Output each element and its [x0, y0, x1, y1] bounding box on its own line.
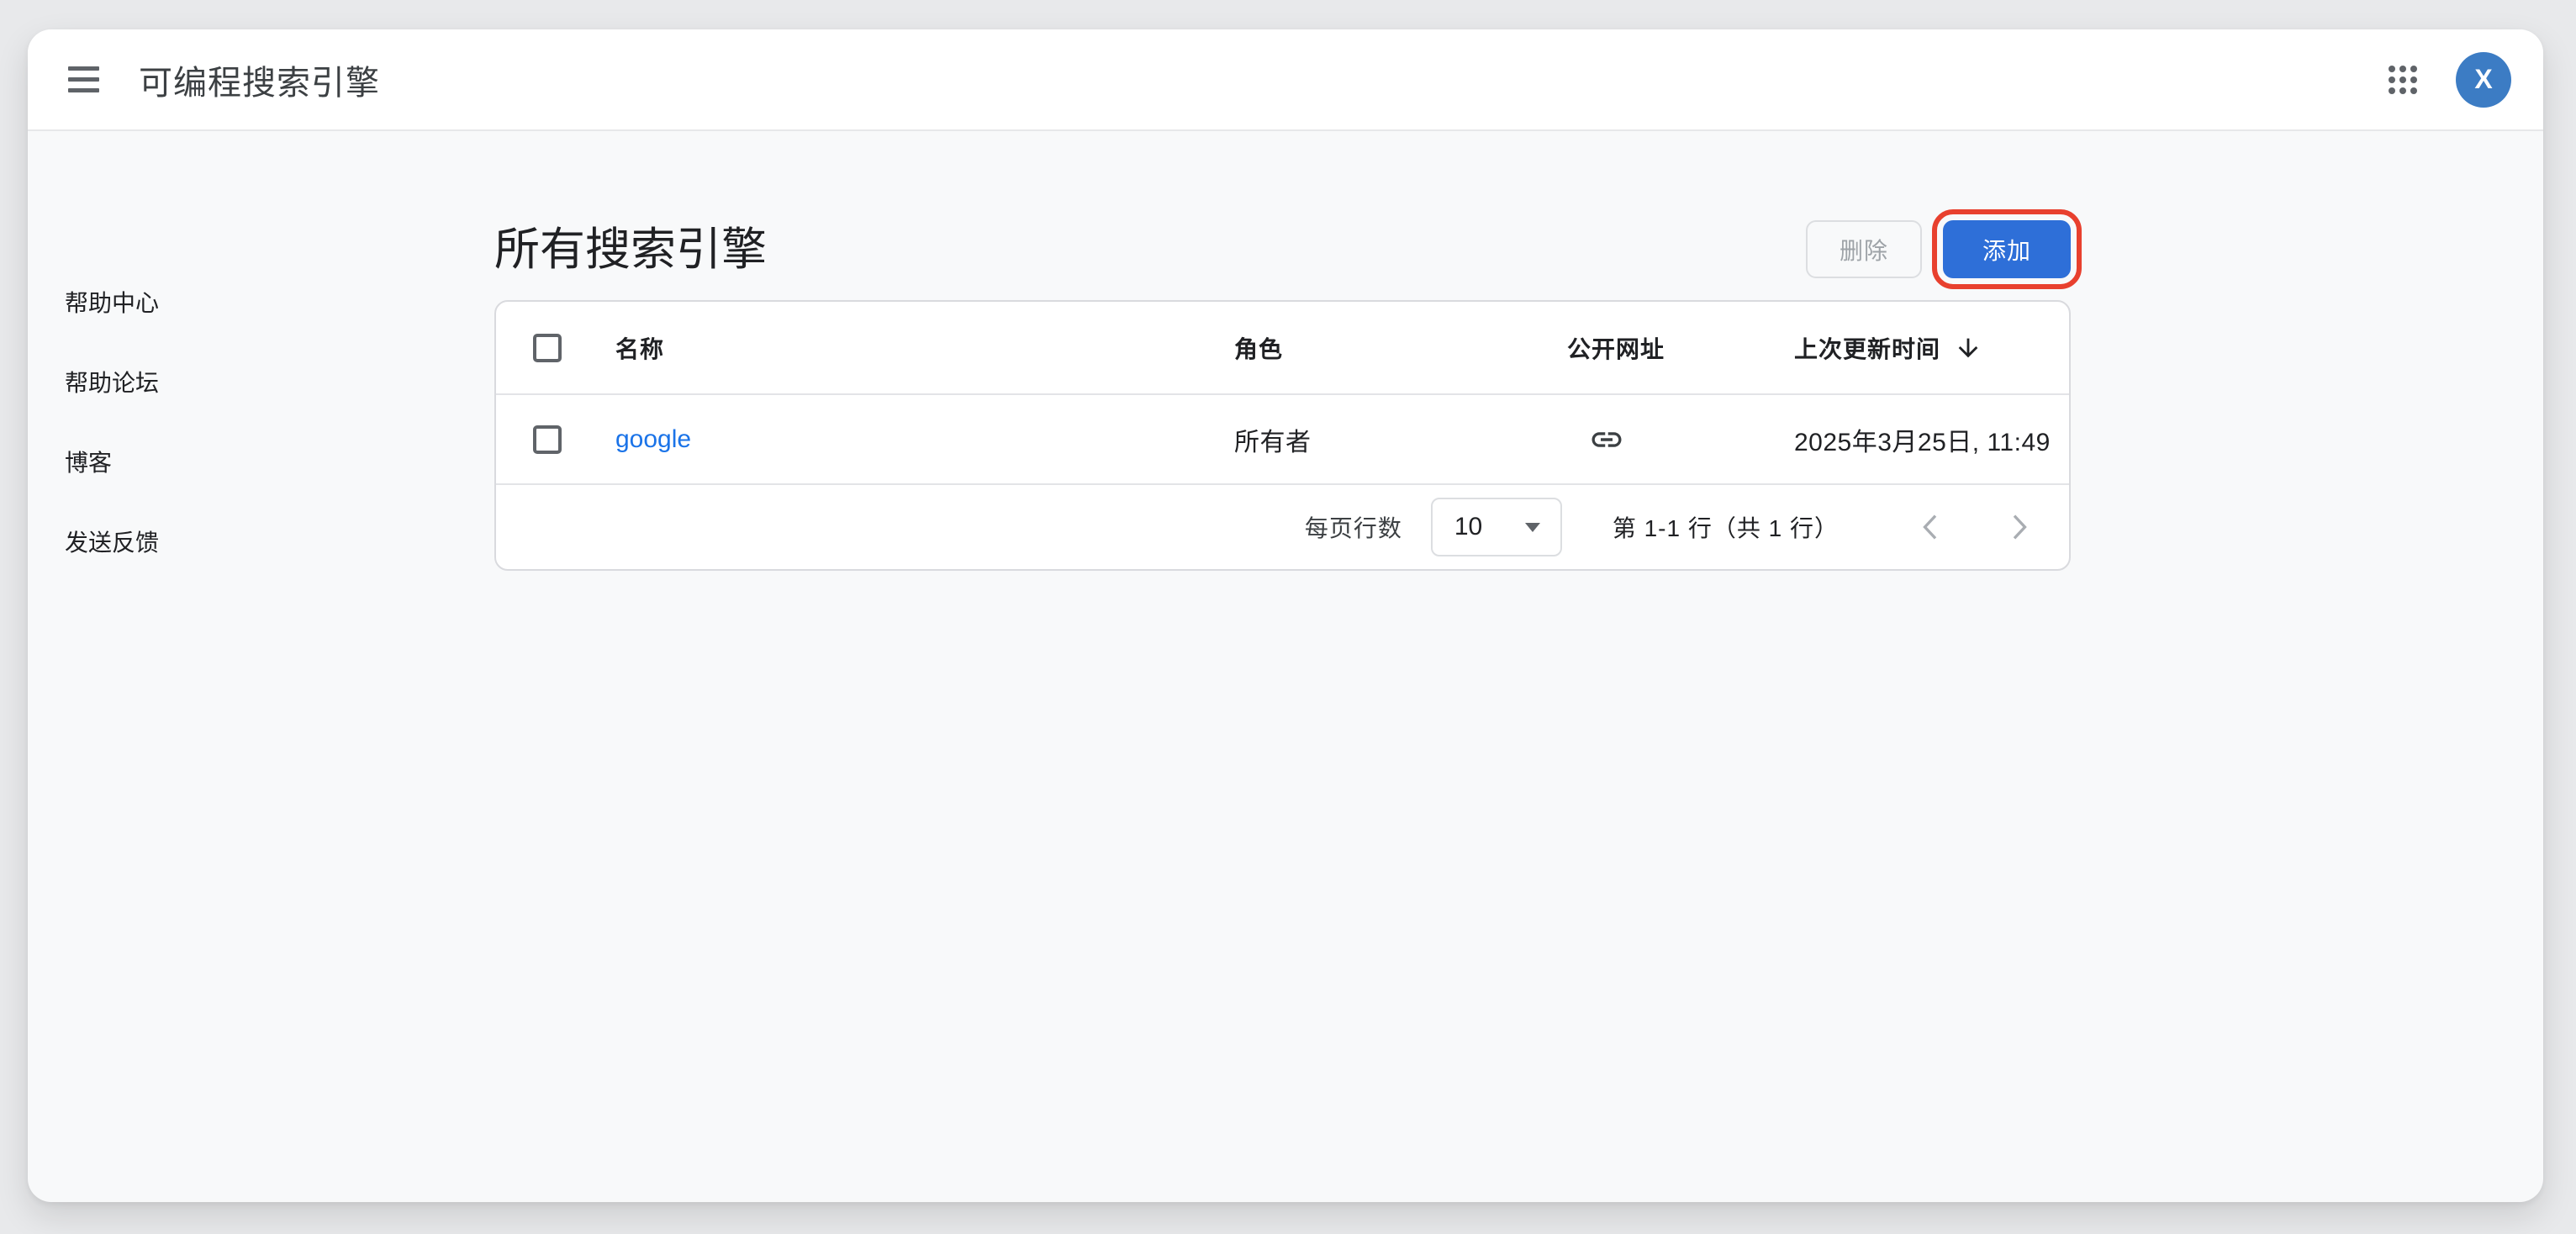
column-header-name: 名称 — [615, 331, 664, 365]
action-buttons: 删除 添加 — [1806, 220, 2071, 278]
sidebar-item-blog[interactable]: 博客 — [65, 451, 159, 475]
sidebar: 帮助中心 帮助论坛 博客 发送反馈 — [65, 292, 159, 611]
apps-grid-icon[interactable] — [2389, 66, 2417, 94]
app-window: 可编程搜索引擎 X 帮助中心 帮助论坛 博客 发送反馈 所有搜索引擎 删除 添加 — [28, 29, 2543, 1202]
pagination-range-label: 第 1-1 行（共 1 行） — [1613, 510, 1839, 544]
menu-icon[interactable] — [68, 66, 99, 92]
page-title: 所有搜索引擎 — [494, 224, 767, 275]
main-content: 所有搜索引擎 删除 添加 名称 角色 公开网址 — [494, 220, 2071, 571]
rows-per-page-select[interactable]: 10 — [1431, 498, 1562, 556]
previous-page-button[interactable] — [1914, 510, 1948, 544]
delete-button[interactable]: 删除 — [1806, 220, 1922, 278]
select-all-checkbox[interactable] — [533, 334, 562, 362]
app-title: 可编程搜索引擎 — [139, 55, 380, 104]
avatar[interactable]: X — [2456, 52, 2511, 108]
column-header-public-url: 公开网址 — [1567, 331, 1665, 365]
sidebar-item-send-feedback[interactable]: 发送反馈 — [65, 531, 159, 555]
engine-role: 所有者 — [1234, 421, 1312, 458]
table-row: google 所有者 2025年3月25日, 11:49 — [496, 395, 2069, 485]
column-header-role: 角色 — [1234, 331, 1283, 365]
chevron-down-icon — [1525, 523, 1540, 532]
add-button[interactable]: 添加 — [1943, 220, 2071, 278]
top-bar: 可编程搜索引擎 X — [28, 29, 2543, 131]
row-checkbox[interactable] — [533, 425, 562, 454]
sidebar-item-help-center[interactable]: 帮助中心 — [65, 292, 159, 315]
sidebar-item-help-forum[interactable]: 帮助论坛 — [65, 372, 159, 395]
rows-per-page-value: 10 — [1454, 513, 1525, 541]
sort-desc-icon — [1954, 334, 1982, 362]
page-head: 所有搜索引擎 删除 添加 — [494, 220, 2071, 278]
public-url-link-icon[interactable] — [1589, 422, 1624, 457]
search-engines-table: 名称 角色 公开网址 上次更新时间 — [494, 300, 2071, 571]
table-pagination: 每页行数 10 第 1-1 行（共 1 行） — [496, 485, 2069, 569]
engine-name-link[interactable]: google — [615, 425, 691, 454]
next-page-button[interactable] — [2002, 510, 2035, 544]
last-updated-value: 2025年3月25日, 11:49 — [1794, 421, 2051, 458]
table-header-row: 名称 角色 公开网址 上次更新时间 — [496, 302, 2069, 395]
rows-per-page-label: 每页行数 — [1305, 510, 1402, 544]
column-header-last-updated[interactable]: 上次更新时间 — [1766, 331, 2069, 365]
